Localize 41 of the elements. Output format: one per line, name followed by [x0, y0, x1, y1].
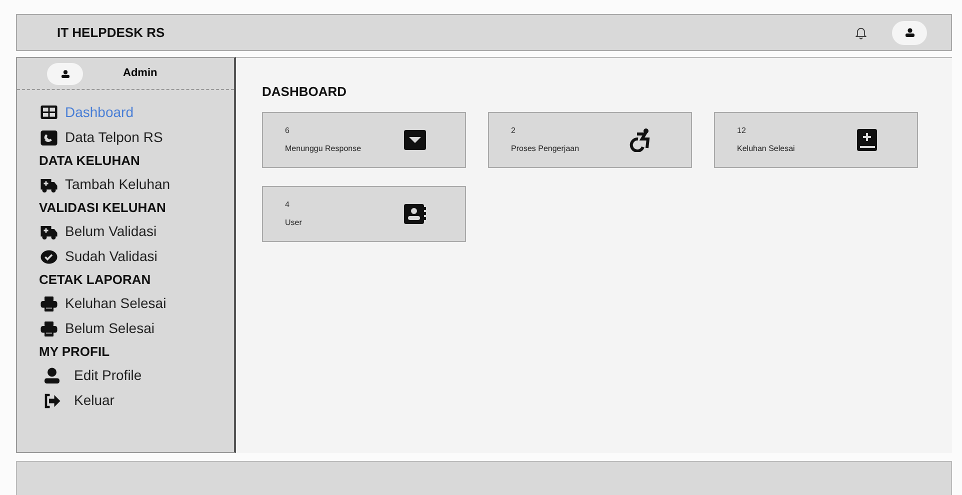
stat-card[interactable]: 6 Menunggu Response	[262, 112, 466, 168]
stat-card[interactable]: 4 User	[262, 186, 466, 242]
phone-icon	[39, 128, 59, 146]
stat-count: 4	[285, 198, 290, 210]
stat-card[interactable]: 12 Keluhan Selesai	[714, 112, 918, 168]
section-heading: MY PROFIL	[39, 343, 111, 362]
page-title: DASHBOARD	[262, 83, 348, 101]
printer-icon	[39, 320, 59, 338]
medical-book-icon	[855, 128, 879, 152]
dropdown-icon	[403, 128, 427, 152]
check-icon	[39, 248, 59, 266]
avatar-button[interactable]	[892, 20, 927, 44]
stat-label: User	[285, 216, 303, 228]
nav-link[interactable]: Keluar	[74, 390, 114, 411]
stat-label: Keluhan Selesai	[737, 142, 796, 154]
nav-link[interactable]: Belum Validasi	[65, 221, 157, 242]
section-heading: VALIDASI KELUHAN	[39, 199, 167, 218]
section-heading: DATA KELUHAN	[39, 152, 141, 170]
stat-count: 12	[737, 124, 747, 136]
nav-link[interactable]: Tambah Keluhan	[65, 174, 170, 195]
app-title: IT HELPDESK RS	[57, 24, 165, 42]
user-name: Admin	[123, 66, 158, 82]
nav-link[interactable]: Belum Selesai	[65, 318, 154, 339]
grid-icon	[39, 104, 59, 122]
nav-link[interactable]: Keluhan Selesai	[65, 293, 166, 314]
stat-count: 2	[511, 124, 516, 136]
stat-label: Menunggu Response	[285, 142, 362, 154]
nav-link[interactable]: Data Telpon RS	[65, 127, 163, 148]
nav-link[interactable]: Edit Profile	[74, 365, 142, 386]
stat-count: 6	[285, 124, 290, 136]
person-icon	[42, 366, 62, 384]
exit-icon	[42, 392, 62, 410]
stat-label: Proses Pengerjaan	[511, 142, 580, 154]
user-icon	[904, 28, 914, 37]
nav-link[interactable]: Sudah Validasi	[65, 246, 158, 267]
printer-icon	[39, 294, 59, 312]
contact-book-icon	[403, 202, 427, 226]
bell-icon[interactable]	[854, 26, 868, 40]
section-heading: CETAK LAPORAN	[39, 271, 152, 290]
user-icon	[60, 70, 70, 78]
stat-card[interactable]: 2 Proses Pengerjaan	[488, 112, 692, 168]
